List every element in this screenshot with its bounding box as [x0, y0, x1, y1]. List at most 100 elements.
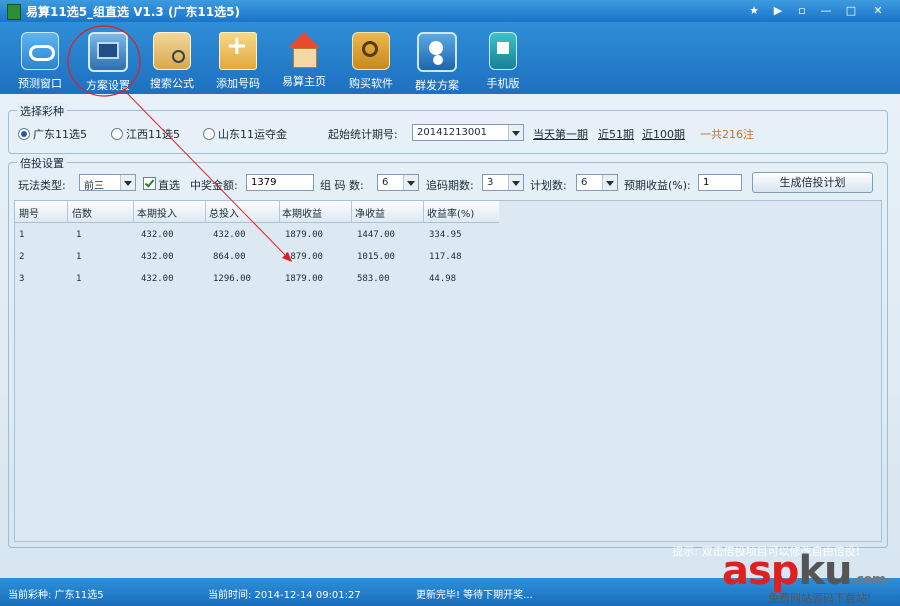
- table-cell: 1879.00: [285, 230, 323, 240]
- key-icon: [352, 32, 390, 70]
- chevron-down-icon[interactable]: [403, 175, 418, 190]
- chevron-down-icon[interactable]: [120, 175, 135, 190]
- chevron-down-icon[interactable]: [508, 175, 523, 190]
- table-cell: 864.00: [213, 252, 246, 262]
- table-cell: 44.98: [429, 274, 457, 284]
- column-header[interactable]: 倍数: [72, 205, 92, 220]
- direct-checkbox[interactable]: [143, 177, 156, 190]
- profit-label: 预期收益(%):: [624, 179, 691, 192]
- start-period-label: 起始统计期号:: [328, 128, 398, 141]
- watermark-sub: 免费网站源码下载站!: [768, 592, 872, 605]
- column-header[interactable]: 收益率(%): [427, 205, 474, 220]
- radio-label: 广东11选5: [33, 128, 87, 141]
- toolbar-label: 添加号码: [216, 77, 260, 90]
- status-message: 更新完毕! 等待下期开奖...: [416, 590, 533, 601]
- window-title: 易算11选5_组直选 V1.3 (广东11选5): [26, 5, 240, 19]
- column-divider[interactable]: [133, 201, 134, 222]
- watermark-logo: aspku.com 免费网站源码下载站!: [694, 548, 894, 605]
- chase-label: 追码期数:: [426, 179, 474, 192]
- monitor-icon: [88, 32, 128, 72]
- toolbar-mobile[interactable]: 手机版: [471, 30, 535, 90]
- toolbar-label: 方案设置: [86, 79, 130, 92]
- column-divider[interactable]: [205, 201, 206, 222]
- close-button[interactable]: ✕: [868, 2, 888, 19]
- plan-group-legend: 倍投设置: [17, 155, 67, 171]
- radio-label: 江西11选5: [126, 128, 180, 141]
- column-divider[interactable]: [67, 201, 68, 222]
- maximize-button[interactable]: □: [841, 2, 861, 19]
- toolbar-label: 易算主页: [282, 75, 326, 88]
- toolbar-label: 购买软件: [349, 77, 393, 90]
- users-icon: [417, 32, 457, 72]
- plan-count-select[interactable]: 6: [576, 174, 618, 191]
- column-divider[interactable]: [351, 201, 352, 222]
- watermark-brand-b: ku: [798, 548, 852, 594]
- favorite-icon[interactable]: ★: [744, 2, 764, 19]
- plan-count-value: 6: [581, 177, 588, 188]
- table-cell: 432.00: [141, 230, 174, 240]
- table-cell: 1: [76, 252, 82, 262]
- column-header[interactable]: 本期收益: [282, 205, 322, 220]
- toolbar-label: 手机版: [486, 77, 520, 90]
- table-cell: 1879.00: [285, 252, 323, 262]
- watermark-suffix: .com: [851, 572, 887, 588]
- toolbar-add-numbers[interactable]: 添加号码: [206, 30, 270, 90]
- chase-select[interactable]: 3: [482, 174, 524, 191]
- prize-label: 中奖金额:: [190, 179, 238, 192]
- table-cell: 1: [76, 274, 82, 284]
- table-cell: 1015.00: [357, 252, 395, 262]
- radio-shandong[interactable]: 山东11运夺金: [203, 126, 287, 142]
- table-cell: 334.95: [429, 230, 462, 240]
- column-header[interactable]: 本期投入: [137, 205, 177, 220]
- table-cell: 1: [76, 230, 82, 240]
- generate-plan-button[interactable]: 生成倍投计划: [752, 172, 873, 193]
- toolbar-label: 搜索公式: [150, 77, 194, 90]
- toolbar-label: 预测窗口: [18, 77, 62, 90]
- group-count-value: 6: [382, 177, 389, 188]
- column-divider[interactable]: [279, 201, 280, 222]
- play-type-select[interactable]: 前三: [79, 174, 136, 192]
- play-type-value: 前三: [84, 181, 104, 192]
- toolbar-plan-settings[interactable]: 方案设置: [76, 30, 140, 92]
- column-divider[interactable]: [423, 201, 424, 222]
- radio-guangdong[interactable]: 广东11选5: [18, 126, 87, 142]
- radio-jiangxi[interactable]: 江西11选5: [111, 126, 180, 142]
- table-cell: 432.00: [141, 274, 174, 284]
- link-last-51[interactable]: 近51期: [598, 126, 634, 142]
- table-cell: 2: [19, 252, 25, 262]
- column-header[interactable]: 净收益: [355, 205, 385, 220]
- profit-input[interactable]: [698, 174, 742, 191]
- lottery-group-legend: 选择彩种: [17, 103, 67, 119]
- toolbar-predict-window[interactable]: 预测窗口: [8, 30, 72, 90]
- prize-input[interactable]: [246, 174, 314, 191]
- table-cell: 432.00: [213, 230, 246, 240]
- watermark-brand-a: asp: [722, 548, 799, 594]
- chevron-down-icon[interactable]: [602, 175, 617, 190]
- app-icon: [7, 4, 21, 20]
- toolbar-homepage[interactable]: 易算主页: [272, 30, 336, 90]
- table-cell: 1879.00: [285, 274, 323, 284]
- toolbar-search-formula[interactable]: 搜索公式: [140, 30, 204, 90]
- toolbar-buy-software[interactable]: 购买软件: [339, 30, 403, 90]
- group-count-select[interactable]: 6: [377, 174, 419, 191]
- column-header[interactable]: 总投入: [209, 205, 239, 220]
- toolbar-label: 群发方案: [415, 79, 459, 92]
- play-icon[interactable]: ▶: [768, 2, 788, 19]
- minimize-button[interactable]: —: [816, 2, 836, 19]
- skin-icon[interactable]: ▫: [792, 2, 812, 19]
- link-last-100[interactable]: 近100期: [642, 126, 685, 142]
- watermark-brand: aspku.com: [722, 548, 887, 594]
- plan-count-label: 计划数:: [530, 179, 567, 192]
- start-period-select[interactable]: 20141213001: [412, 124, 524, 141]
- toolbar-mass-send[interactable]: 群发方案: [405, 30, 469, 92]
- radio-dot: [18, 128, 30, 140]
- phone-icon: [489, 32, 517, 70]
- chase-value: 3: [487, 177, 494, 188]
- title-bar: 易算11选5_组直选 V1.3 (广东11选5) ★ ▶ ▫ — □ ✕: [0, 0, 900, 22]
- status-time: 当前时间: 2014-12-14 09:01:27: [208, 590, 361, 601]
- column-header[interactable]: 期号: [19, 205, 39, 220]
- chevron-down-icon[interactable]: [508, 125, 523, 140]
- link-first-today[interactable]: 当天第一期: [533, 126, 588, 142]
- table-cell: 432.00: [141, 252, 174, 262]
- table-cell: 3: [19, 274, 25, 284]
